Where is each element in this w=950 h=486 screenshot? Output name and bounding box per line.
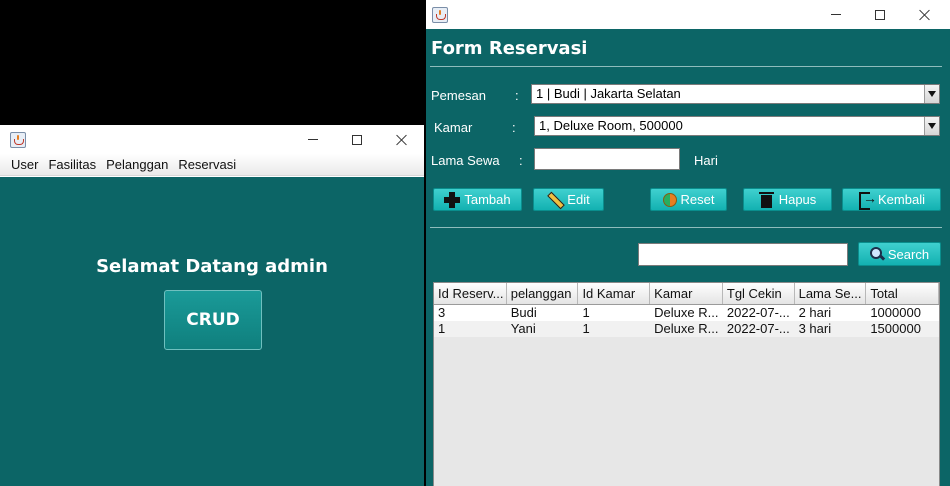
table-cell: Deluxe R... xyxy=(654,321,719,336)
pemesan-selected-value: 1 | Budi | Jakarta Selatan xyxy=(536,86,681,101)
table-row[interactable]: 1 Yani 1 Deluxe R... 2022-07-... 3 hari … xyxy=(434,321,939,337)
column-header-id-reservasi[interactable]: Id Reserv... xyxy=(434,283,507,304)
menu-user[interactable]: User xyxy=(6,154,43,176)
divider xyxy=(430,227,942,228)
hapus-label: Hapus xyxy=(778,192,817,207)
trash-icon xyxy=(758,191,775,208)
kamar-dropdown-arrow[interactable] xyxy=(924,117,939,135)
table-cell: 3 xyxy=(438,305,446,320)
minimize-icon xyxy=(831,14,841,15)
column-header-tgl-cekin[interactable]: Tgl Cekin xyxy=(723,283,795,304)
welcome-heading: Selamat Datang admin xyxy=(96,256,328,277)
table-cell: 2022-07-... xyxy=(726,321,790,336)
kembali-button[interactable]: Kembali xyxy=(842,188,941,211)
column-header-lama-sewa[interactable]: Lama Se... xyxy=(795,283,867,304)
menu-reservasi[interactable]: Reservasi xyxy=(173,154,241,176)
edit-label: Edit xyxy=(567,192,590,207)
kamar-colon: : xyxy=(512,120,516,135)
reset-button[interactable]: Reset xyxy=(650,188,727,211)
table-cell: 1500000 xyxy=(870,321,921,336)
search-icon xyxy=(869,247,884,261)
minimize-button[interactable] xyxy=(291,125,335,154)
menu-bar: User Fasilitas Pelanggan Reservasi xyxy=(0,154,424,176)
pemesan-dropdown-arrow[interactable] xyxy=(924,85,939,103)
main-panel: Selamat Datang admin CRUD xyxy=(0,177,424,486)
menu-pelanggan[interactable]: Pelanggan xyxy=(101,154,173,176)
plus-icon xyxy=(444,191,461,208)
reservation-table[interactable]: Id Reserv... pelanggan Id Kamar Kamar Tg… xyxy=(433,282,940,486)
main-menu-window: User Fasilitas Pelanggan Reservasi Selam… xyxy=(0,125,424,486)
lama-sewa-colon: : xyxy=(519,153,523,168)
reset-label: Reset xyxy=(680,192,715,207)
form-panel: Form Reservasi Pemesan : 1 | Budi | Jaka… xyxy=(426,29,950,486)
kamar-selected-value: 1, Deluxe Room, 500000 xyxy=(539,118,683,133)
chevron-down-icon xyxy=(928,123,936,129)
column-header-total[interactable]: Total xyxy=(866,283,939,304)
pemesan-colon: : xyxy=(515,88,519,103)
maximize-icon xyxy=(352,134,362,145)
kamar-label: Kamar xyxy=(434,120,473,135)
form-title: Form Reservasi xyxy=(431,38,588,59)
desktop: User Fasilitas Pelanggan Reservasi Selam… xyxy=(0,0,950,486)
minimize-button[interactable] xyxy=(814,0,858,29)
table-cell: Budi xyxy=(510,305,537,320)
java-app-icon xyxy=(10,132,26,148)
pencil-icon xyxy=(547,192,563,208)
reservation-form-window: Form Reservasi Pemesan : 1 | Budi | Jaka… xyxy=(426,0,950,486)
hari-unit-label: Hari xyxy=(694,153,718,168)
close-icon xyxy=(396,134,408,146)
table-cell: 1 xyxy=(582,321,590,336)
column-header-pelanggan[interactable]: pelanggan xyxy=(507,283,579,304)
search-label: Search xyxy=(887,246,930,262)
pemesan-select[interactable]: 1 | Budi | Jakarta Selatan xyxy=(531,84,940,104)
maximize-button[interactable] xyxy=(335,125,379,154)
table-cell: 2022-07-... xyxy=(726,305,790,320)
kamar-select[interactable]: 1, Deluxe Room, 500000 xyxy=(534,116,940,136)
crud-button[interactable]: CRUD xyxy=(164,290,262,350)
divider xyxy=(430,66,942,67)
table-cell: 1 xyxy=(438,321,446,336)
table-cell: Yani xyxy=(510,321,536,336)
table-header: Id Reserv... pelanggan Id Kamar Kamar Tg… xyxy=(434,283,939,305)
table-cell: 1000000 xyxy=(870,305,921,320)
tambah-button[interactable]: Tambah xyxy=(433,188,522,211)
exit-icon xyxy=(858,190,877,210)
menu-fasilitas[interactable]: Fasilitas xyxy=(43,154,101,176)
table-cell: 2 hari xyxy=(798,305,832,320)
table-cell: 1 xyxy=(582,305,590,320)
table-row[interactable]: 3 Budi 1 Deluxe R... 2022-07-... 2 hari … xyxy=(434,305,939,321)
reset-icon xyxy=(662,192,677,207)
column-header-id-kamar[interactable]: Id Kamar xyxy=(578,283,651,304)
table-body: 3 Budi 1 Deluxe R... 2022-07-... 2 hari … xyxy=(434,305,939,337)
column-header-kamar[interactable]: Kamar xyxy=(650,283,723,304)
table-cell: 3 hari xyxy=(798,321,832,336)
close-icon xyxy=(919,9,931,21)
search-input[interactable] xyxy=(638,243,848,266)
chevron-down-icon xyxy=(928,91,936,97)
lama-sewa-input[interactable] xyxy=(534,148,680,170)
title-bar xyxy=(426,0,950,29)
tambah-label: Tambah xyxy=(464,192,511,207)
maximize-button[interactable] xyxy=(858,0,902,29)
maximize-icon xyxy=(875,9,885,20)
pemesan-label: Pemesan xyxy=(431,88,486,103)
edit-button[interactable]: Edit xyxy=(533,188,604,211)
close-button[interactable] xyxy=(903,0,947,29)
lama-sewa-label: Lama Sewa xyxy=(431,153,500,168)
java-app-icon xyxy=(432,7,448,23)
minimize-icon xyxy=(308,139,318,140)
search-button[interactable]: Search xyxy=(858,242,941,266)
hapus-button[interactable]: Hapus xyxy=(743,188,832,211)
kembali-label: Kembali xyxy=(878,192,925,207)
table-cell: Deluxe R... xyxy=(654,305,719,320)
close-button[interactable] xyxy=(380,125,424,154)
title-bar xyxy=(0,125,424,154)
